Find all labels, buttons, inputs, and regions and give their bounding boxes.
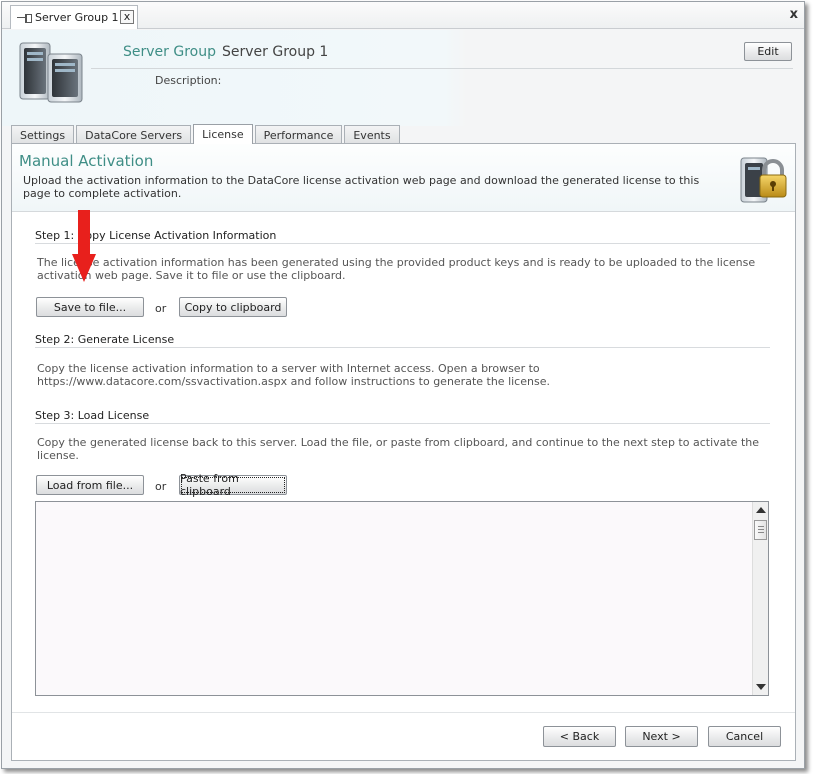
document-tab-bar: Server Group 1 x x (2, 2, 804, 29)
step1-text: The license activation information has b… (37, 256, 756, 282)
step3-text: Copy the generated license back to this … (37, 436, 759, 462)
back-button[interactable]: < Back (543, 726, 616, 747)
paste-from-clipboard-button[interactable]: Paste from clipboard (179, 472, 287, 498)
server-group-header: Server Group Server Group 1 Description: … (2, 30, 804, 126)
step2-title: Step 2: Generate License (35, 333, 175, 346)
step3-or-label: or (155, 480, 167, 493)
document-tab[interactable]: Server Group 1 x (10, 5, 138, 29)
license-panel: Manual Activation Upload the activation … (11, 143, 796, 761)
manual-activation-title: Manual Activation (19, 152, 154, 170)
tab-bar: Settings DataCore Servers License Perfor… (11, 124, 402, 144)
step2-text: Copy the license activation information … (37, 362, 550, 388)
red-annotation-arrow-icon (72, 210, 96, 282)
step2-divider (35, 347, 770, 348)
copy-to-clipboard-button[interactable]: Copy to clipboard (179, 297, 287, 317)
page-title: Server Group Server Group 1 (123, 44, 328, 60)
license-text-area[interactable] (35, 501, 769, 696)
pin-icon[interactable] (17, 13, 32, 23)
manual-activation-description: Upload the activation information to the… (23, 174, 700, 200)
group-name: Server Group 1 (221, 44, 329, 60)
tab-events[interactable]: Events (344, 125, 400, 144)
license-text-scrollbar[interactable] (752, 502, 768, 695)
save-to-file-button[interactable]: Save to file... (36, 297, 144, 317)
load-from-file-button[interactable]: Load from file... (36, 475, 144, 495)
group-type-label: Server Group (123, 44, 216, 60)
activation-header: Manual Activation Upload the activation … (12, 144, 795, 212)
document-tab-title: Server Group 1 (35, 11, 119, 24)
license-lock-icon (740, 157, 787, 203)
description-label: Description: (155, 74, 222, 87)
tab-license[interactable]: License (193, 124, 253, 144)
step3-title: Step 3: Load License (35, 409, 150, 422)
step3-divider (35, 423, 770, 424)
scroll-down-arrow-icon[interactable] (756, 684, 766, 690)
next-button[interactable]: Next > (625, 726, 698, 747)
scroll-thumb[interactable] (754, 520, 767, 540)
tab-datacore-servers[interactable]: DataCore Servers (76, 125, 192, 144)
step1-divider (35, 243, 770, 244)
step1-or-label: or (155, 302, 167, 315)
wizard-footer: < Back Next > Cancel (12, 712, 795, 760)
header-divider (91, 68, 793, 69)
tab-settings[interactable]: Settings (11, 125, 75, 144)
tab-performance[interactable]: Performance (254, 125, 343, 144)
scroll-up-arrow-icon[interactable] (756, 507, 766, 513)
window-close-icon[interactable]: x (790, 7, 798, 22)
license-window: Server Group 1 x x Server Group Server G… (1, 1, 805, 769)
edit-button[interactable]: Edit (744, 42, 792, 61)
server-group-icon (19, 42, 83, 103)
cancel-button[interactable]: Cancel (708, 726, 781, 747)
tab-close-icon[interactable]: x (120, 10, 134, 24)
